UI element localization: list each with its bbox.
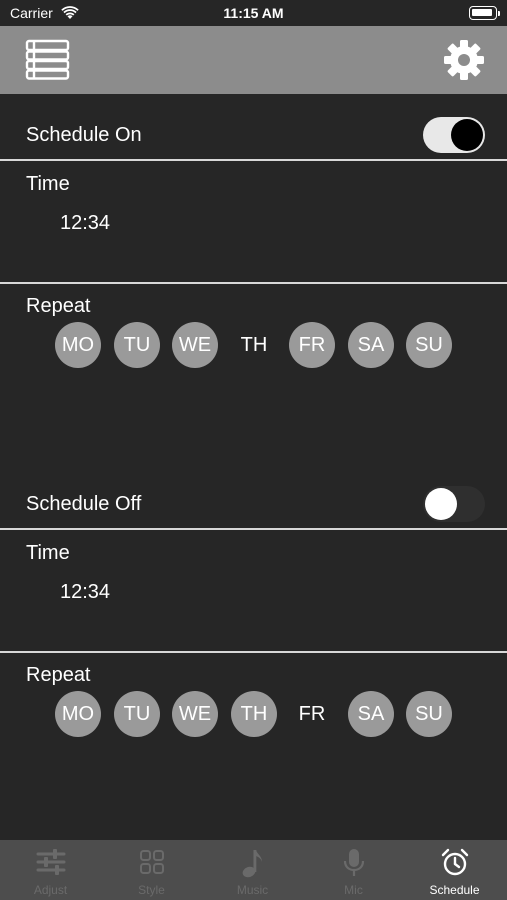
nav-bar — [0, 26, 507, 94]
day-th-button[interactable]: TH — [231, 691, 277, 737]
schedule-on-toggle[interactable] — [423, 117, 485, 153]
day-tu-button[interactable]: TU — [114, 322, 160, 368]
status-time: 11:15 AM — [223, 5, 284, 21]
sliders-icon — [36, 849, 65, 875]
tab-mic[interactable]: Mic — [303, 840, 404, 900]
day-mo-button[interactable]: MO — [55, 322, 101, 368]
tab-style[interactable]: Style — [101, 840, 202, 900]
divider — [0, 528, 507, 530]
microphone-icon — [343, 849, 364, 876]
list-menu-button[interactable] — [25, 39, 71, 81]
alarm-clock-icon — [441, 848, 468, 876]
music-note-icon — [242, 850, 262, 878]
day-th-button[interactable]: TH — [231, 322, 277, 368]
day-su-button[interactable]: SU — [406, 322, 452, 368]
day-fr-button[interactable]: FR — [289, 322, 335, 368]
day-tu-button[interactable]: TU — [114, 691, 160, 737]
battery-icon — [469, 6, 500, 20]
schedule-off-title: Schedule Off — [26, 493, 142, 515]
tab-schedule[interactable]: Schedule — [404, 840, 505, 900]
grid-icon — [139, 850, 164, 874]
settings-button[interactable] — [443, 39, 485, 81]
day-fr-button[interactable]: FR — [289, 691, 335, 737]
tab-adjust-label: Adjust — [33, 883, 68, 897]
tab-music-label: Music — [236, 883, 269, 897]
schedule-on-repeat-days: MO TU WE TH FR SA SU — [55, 322, 475, 368]
tab-adjust[interactable]: Adjust — [0, 840, 101, 900]
tab-bar: Adjust Style Music Mic Schedule — [0, 840, 507, 900]
list-menu-icon — [25, 39, 70, 80]
day-su-button[interactable]: SU — [406, 691, 452, 737]
day-mo-button[interactable]: MO — [55, 691, 101, 737]
tab-style-label: Style — [138, 883, 165, 897]
time-label: Time — [26, 173, 70, 195]
schedule-on-title: Schedule On — [26, 124, 142, 146]
divider — [0, 159, 507, 161]
tab-music[interactable]: Music — [202, 840, 303, 900]
day-sa-button[interactable]: SA — [348, 691, 394, 737]
divider — [0, 651, 507, 653]
schedule-off-time-value[interactable]: 12:34 — [60, 581, 110, 604]
day-sa-button[interactable]: SA — [348, 322, 394, 368]
schedule-off-repeat-days: MO TU WE TH FR SA SU — [55, 691, 475, 737]
tab-mic-label: Mic — [344, 883, 363, 897]
repeat-label: Repeat — [26, 664, 91, 686]
divider — [0, 282, 507, 284]
day-we-button[interactable]: WE — [172, 691, 218, 737]
schedule-off-toggle[interactable] — [423, 486, 485, 522]
repeat-label: Repeat — [26, 295, 91, 317]
status-bar: Carrier 11:15 AM — [0, 0, 507, 26]
tab-schedule-label: Schedule — [429, 883, 480, 897]
gear-icon — [444, 40, 484, 80]
day-we-button[interactable]: WE — [172, 322, 218, 368]
time-label: Time — [26, 542, 70, 564]
schedule-on-time-value[interactable]: 12:34 — [60, 212, 110, 235]
